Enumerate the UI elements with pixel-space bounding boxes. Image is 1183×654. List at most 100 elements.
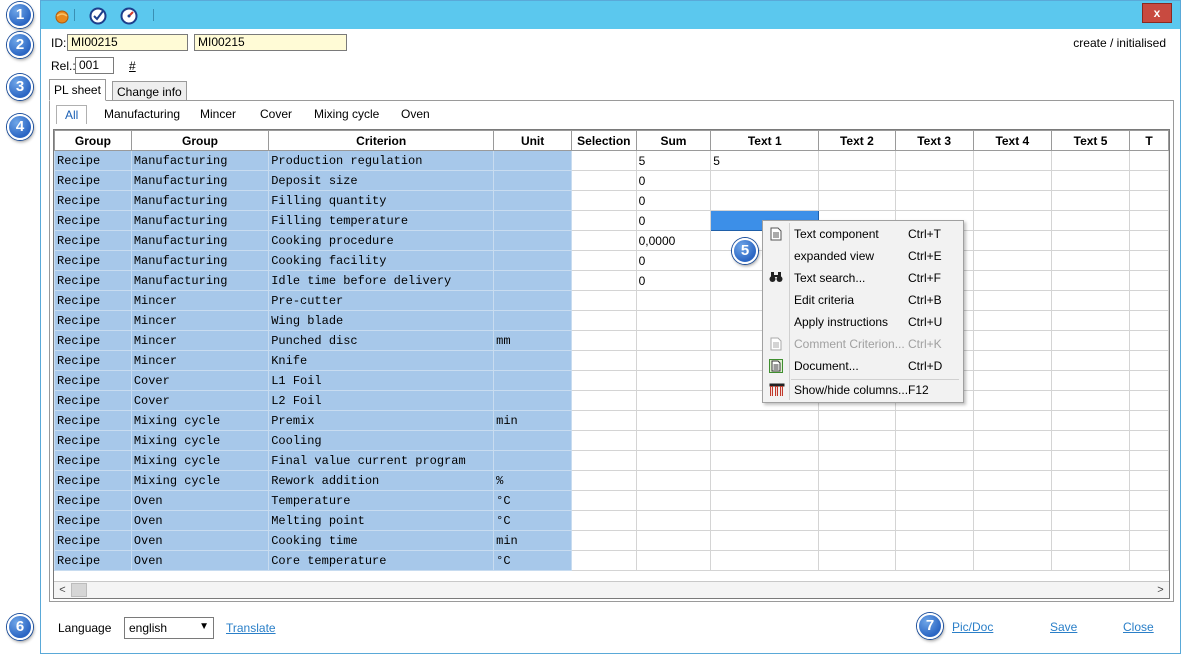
table-cell[interactable] <box>894 170 974 191</box>
table-cell[interactable] <box>972 490 1052 511</box>
table-cell[interactable]: Recipe <box>54 450 132 471</box>
table-cell[interactable] <box>571 470 637 491</box>
table-cell[interactable]: Final value current program <box>268 450 495 471</box>
table-cell[interactable] <box>571 150 637 171</box>
hash-link[interactable]: # <box>129 59 136 73</box>
table-cell[interactable] <box>818 410 896 431</box>
table-cell[interactable]: Recipe <box>54 270 132 291</box>
table-cell[interactable] <box>894 470 974 491</box>
table-cell[interactable] <box>635 530 712 551</box>
subtab-manufacturing[interactable]: Manufacturing <box>104 107 180 121</box>
table-cell[interactable] <box>1050 250 1131 271</box>
table-cell[interactable]: Cooking procedure <box>268 230 495 251</box>
table-cell[interactable]: Mixing cycle <box>130 430 270 451</box>
table-cell[interactable] <box>894 430 974 451</box>
table-row[interactable]: Recipe Mixing cycle Cooling <box>54 430 1169 451</box>
table-cell[interactable] <box>493 290 573 311</box>
table-cell[interactable] <box>818 430 896 451</box>
column-header[interactable]: Text 2 <box>818 130 896 151</box>
table-cell[interactable]: Manufacturing <box>130 190 270 211</box>
table-cell[interactable] <box>493 190 573 211</box>
table-cell[interactable] <box>571 210 637 231</box>
table-cell[interactable] <box>635 450 712 471</box>
table-cell[interactable]: Recipe <box>54 170 132 191</box>
table-cell[interactable] <box>493 350 573 371</box>
table-row[interactable]: Recipe Manufacturing Idle time before deli… <box>54 270 1169 291</box>
table-cell[interactable]: Knife <box>268 350 495 371</box>
table-cell[interactable]: Mixing cycle <box>130 470 270 491</box>
table-cell[interactable] <box>972 290 1052 311</box>
table-cell[interactable]: Recipe <box>54 210 132 231</box>
table-cell[interactable] <box>972 530 1052 551</box>
orange-ball-icon[interactable] <box>53 7 71 25</box>
menu-item-expanded-view[interactable]: expanded view Ctrl+E <box>763 245 963 267</box>
table-cell[interactable] <box>635 290 712 311</box>
menu-item-document[interactable]: Document... Ctrl+D <box>763 355 963 377</box>
table-cell[interactable] <box>1129 270 1169 291</box>
menu-item-text-component[interactable]: Text component Ctrl+T <box>763 223 963 245</box>
table-cell[interactable] <box>1050 290 1131 311</box>
subtab-oven[interactable]: Oven <box>401 107 430 121</box>
subtab-cover[interactable]: Cover <box>260 107 292 121</box>
scroll-thumb[interactable] <box>71 583 87 597</box>
table-cell[interactable] <box>571 270 637 291</box>
table-row[interactable]: Recipe Mincer Punched disc mm <box>54 330 1169 351</box>
table-cell[interactable] <box>571 350 637 371</box>
table-cell[interactable]: Core temperature <box>268 550 495 571</box>
table-cell[interactable]: Idle time before delivery <box>268 270 495 291</box>
id-field[interactable]: MI00215 <box>67 34 188 51</box>
subtab-all[interactable]: All <box>56 105 88 124</box>
table-cell[interactable]: Wing blade <box>268 310 495 331</box>
table-cell[interactable]: 0 <box>635 170 712 191</box>
table-row[interactable]: Recipe Manufacturing Cooking facility 0 <box>54 250 1169 271</box>
table-cell[interactable]: Recipe <box>54 290 132 311</box>
table-cell[interactable] <box>571 430 637 451</box>
table-cell[interactable] <box>710 190 820 211</box>
table-row[interactable]: Recipe Manufacturing Cooking procedure 0,00… <box>54 230 1169 251</box>
table-row[interactable]: Recipe Oven Temperature °C <box>54 490 1169 511</box>
table-cell[interactable] <box>1129 250 1169 271</box>
table-cell[interactable]: 5 <box>635 150 712 171</box>
table-cell[interactable]: min <box>493 530 573 551</box>
table-row[interactable]: Recipe Oven Cooking time min <box>54 530 1169 551</box>
table-cell[interactable] <box>972 170 1052 191</box>
menu-item-text-search[interactable]: Text search... Ctrl+F <box>763 267 963 289</box>
table-cell[interactable]: 0 <box>635 210 712 231</box>
table-cell[interactable] <box>1129 470 1169 491</box>
table-cell[interactable] <box>1050 350 1131 371</box>
column-header[interactable]: Text 1 <box>710 130 820 151</box>
table-cell[interactable] <box>972 510 1052 531</box>
table-cell[interactable]: Cooking facility <box>268 250 495 271</box>
table-cell[interactable] <box>571 390 637 411</box>
table-cell[interactable] <box>818 490 896 511</box>
table-cell[interactable]: Recipe <box>54 150 132 171</box>
language-select[interactable]: english ▼ <box>124 617 214 639</box>
picdoc-link[interactable]: Pic/Doc <box>952 620 993 634</box>
table-cell[interactable]: Filling temperature <box>268 210 495 231</box>
table-cell[interactable]: Mixing cycle <box>130 450 270 471</box>
table-cell[interactable] <box>1050 430 1131 451</box>
table-cell[interactable] <box>894 550 974 571</box>
table-cell[interactable]: °C <box>493 550 573 571</box>
table-cell[interactable] <box>571 170 637 191</box>
table-cell[interactable]: 0 <box>635 270 712 291</box>
column-header[interactable]: Text 3 <box>894 130 974 151</box>
table-cell[interactable] <box>493 250 573 271</box>
table-cell[interactable] <box>1129 410 1169 431</box>
table-cell[interactable]: Cover <box>130 370 270 391</box>
table-cell[interactable] <box>818 170 896 191</box>
table-cell[interactable] <box>1129 210 1169 231</box>
table-cell[interactable] <box>710 450 820 471</box>
table-cell[interactable] <box>493 390 573 411</box>
table-cell[interactable]: Mincer <box>130 290 270 311</box>
table-cell[interactable] <box>972 190 1052 211</box>
table-cell[interactable]: Recipe <box>54 330 132 351</box>
table-cell[interactable] <box>972 410 1052 431</box>
table-row[interactable]: Recipe Mixing cycle Premix min <box>54 410 1169 431</box>
table-cell[interactable] <box>1050 190 1131 211</box>
subtab-mincer[interactable]: Mincer <box>200 107 236 121</box>
table-cell[interactable]: Recipe <box>54 190 132 211</box>
table-cell[interactable] <box>1050 510 1131 531</box>
table-cell[interactable]: Recipe <box>54 550 132 571</box>
table-cell[interactable]: Rework addition <box>268 470 495 491</box>
